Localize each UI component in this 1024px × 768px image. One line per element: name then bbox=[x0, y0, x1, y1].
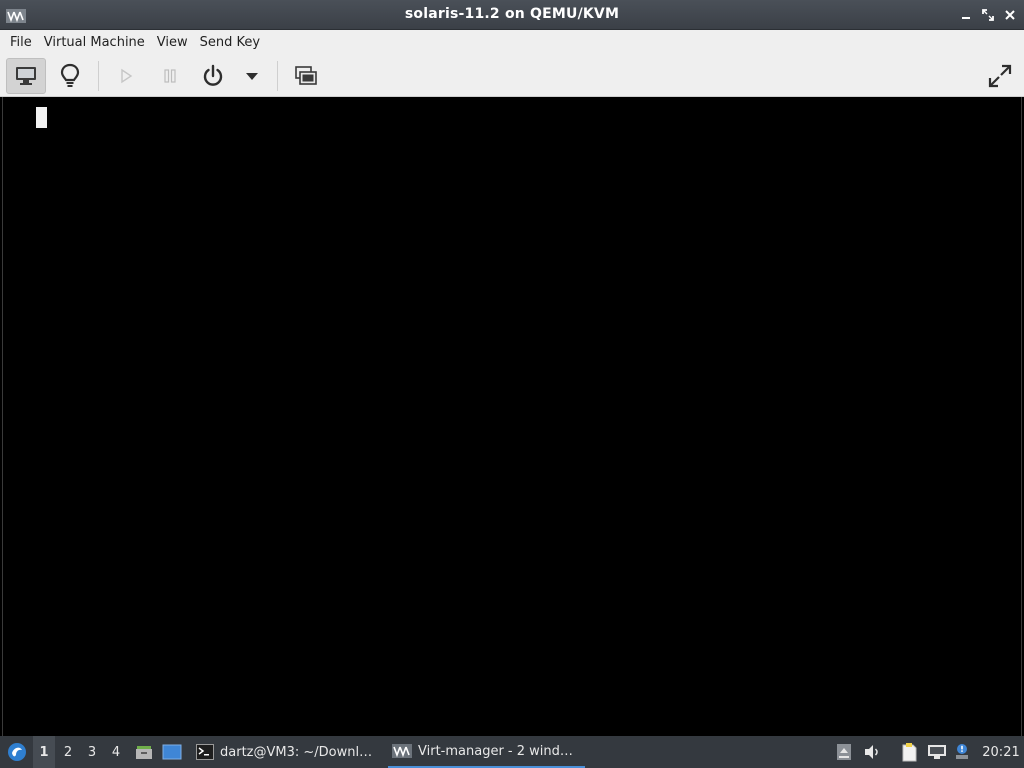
volume-button[interactable] bbox=[862, 736, 882, 768]
close-button[interactable] bbox=[1002, 7, 1018, 23]
monitor-icon bbox=[16, 67, 36, 85]
pause-button[interactable] bbox=[150, 58, 190, 94]
lxqt-logo-icon bbox=[8, 743, 26, 761]
maximize-icon bbox=[982, 9, 994, 21]
tray-expand-button[interactable] bbox=[834, 736, 854, 768]
terminal-icon bbox=[196, 744, 214, 760]
snapshots-button[interactable] bbox=[286, 58, 326, 94]
show-desktop-button[interactable] bbox=[161, 736, 183, 768]
close-icon bbox=[1005, 10, 1015, 20]
clipboard-button[interactable] bbox=[898, 736, 920, 768]
volume-icon bbox=[865, 745, 878, 759]
task-label: Virt-manager - 2 wind… bbox=[418, 743, 573, 759]
chevron-down-icon bbox=[246, 73, 258, 80]
vm-console-display[interactable] bbox=[2, 97, 1022, 736]
window-title: solaris-11.2 on QEMU/KVM bbox=[404, 6, 620, 22]
details-view-button[interactable] bbox=[50, 58, 90, 94]
lightbulb-icon bbox=[60, 63, 80, 87]
power-icon bbox=[203, 64, 223, 86]
network-button[interactable] bbox=[926, 736, 948, 768]
toolbar bbox=[0, 55, 1024, 97]
pause-icon bbox=[164, 69, 176, 83]
shutdown-menu-button[interactable] bbox=[232, 58, 272, 94]
menu-virtual-machine[interactable]: Virtual Machine bbox=[38, 30, 151, 55]
workspace-3[interactable]: 3 bbox=[81, 736, 103, 768]
shutdown-button[interactable] bbox=[193, 58, 233, 94]
workspace-1[interactable]: 1 bbox=[33, 736, 55, 768]
fullscreen-icon bbox=[988, 64, 1012, 88]
network-icon bbox=[928, 745, 946, 759]
workspace-2[interactable]: 2 bbox=[57, 736, 79, 768]
taskbar: 1 2 3 4 dartz@VM3: ~/Downl… Virt-manager… bbox=[0, 736, 1024, 768]
minimize-button[interactable] bbox=[958, 7, 974, 23]
notification-button[interactable] bbox=[952, 736, 972, 768]
virt-manager-icon bbox=[392, 744, 412, 758]
clipboard-icon bbox=[902, 743, 917, 762]
run-button[interactable] bbox=[106, 58, 146, 94]
file-manager-launcher[interactable] bbox=[133, 736, 155, 768]
menu-bar: File Virtual Machine View Send Key bbox=[0, 30, 1024, 55]
task-virt-manager[interactable]: Virt-manager - 2 wind… bbox=[388, 736, 585, 768]
snapshots-icon bbox=[295, 66, 317, 85]
workspace-4[interactable]: 4 bbox=[105, 736, 127, 768]
maximize-button[interactable] bbox=[980, 7, 996, 23]
tray-arrow-icon bbox=[837, 744, 851, 760]
task-label: dartz@VM3: ~/Downl… bbox=[220, 744, 373, 760]
taskbar-clock[interactable]: 20:21 bbox=[980, 736, 1022, 768]
task-terminal[interactable]: dartz@VM3: ~/Downl… bbox=[192, 736, 384, 768]
start-menu-button[interactable] bbox=[4, 736, 30, 768]
notification-icon bbox=[956, 744, 968, 759]
minimize-icon bbox=[962, 17, 970, 19]
menu-file[interactable]: File bbox=[4, 30, 38, 55]
file-manager-icon bbox=[136, 746, 152, 759]
window-titlebar[interactable]: solaris-11.2 on QEMU/KVM bbox=[0, 0, 1024, 30]
menu-view[interactable]: View bbox=[151, 30, 194, 55]
console-view-button[interactable] bbox=[6, 58, 46, 94]
menu-send-key[interactable]: Send Key bbox=[194, 30, 266, 55]
text-cursor bbox=[36, 107, 47, 128]
fullscreen-button[interactable] bbox=[980, 58, 1020, 94]
desktop-icon bbox=[162, 744, 182, 760]
play-icon bbox=[121, 68, 133, 84]
